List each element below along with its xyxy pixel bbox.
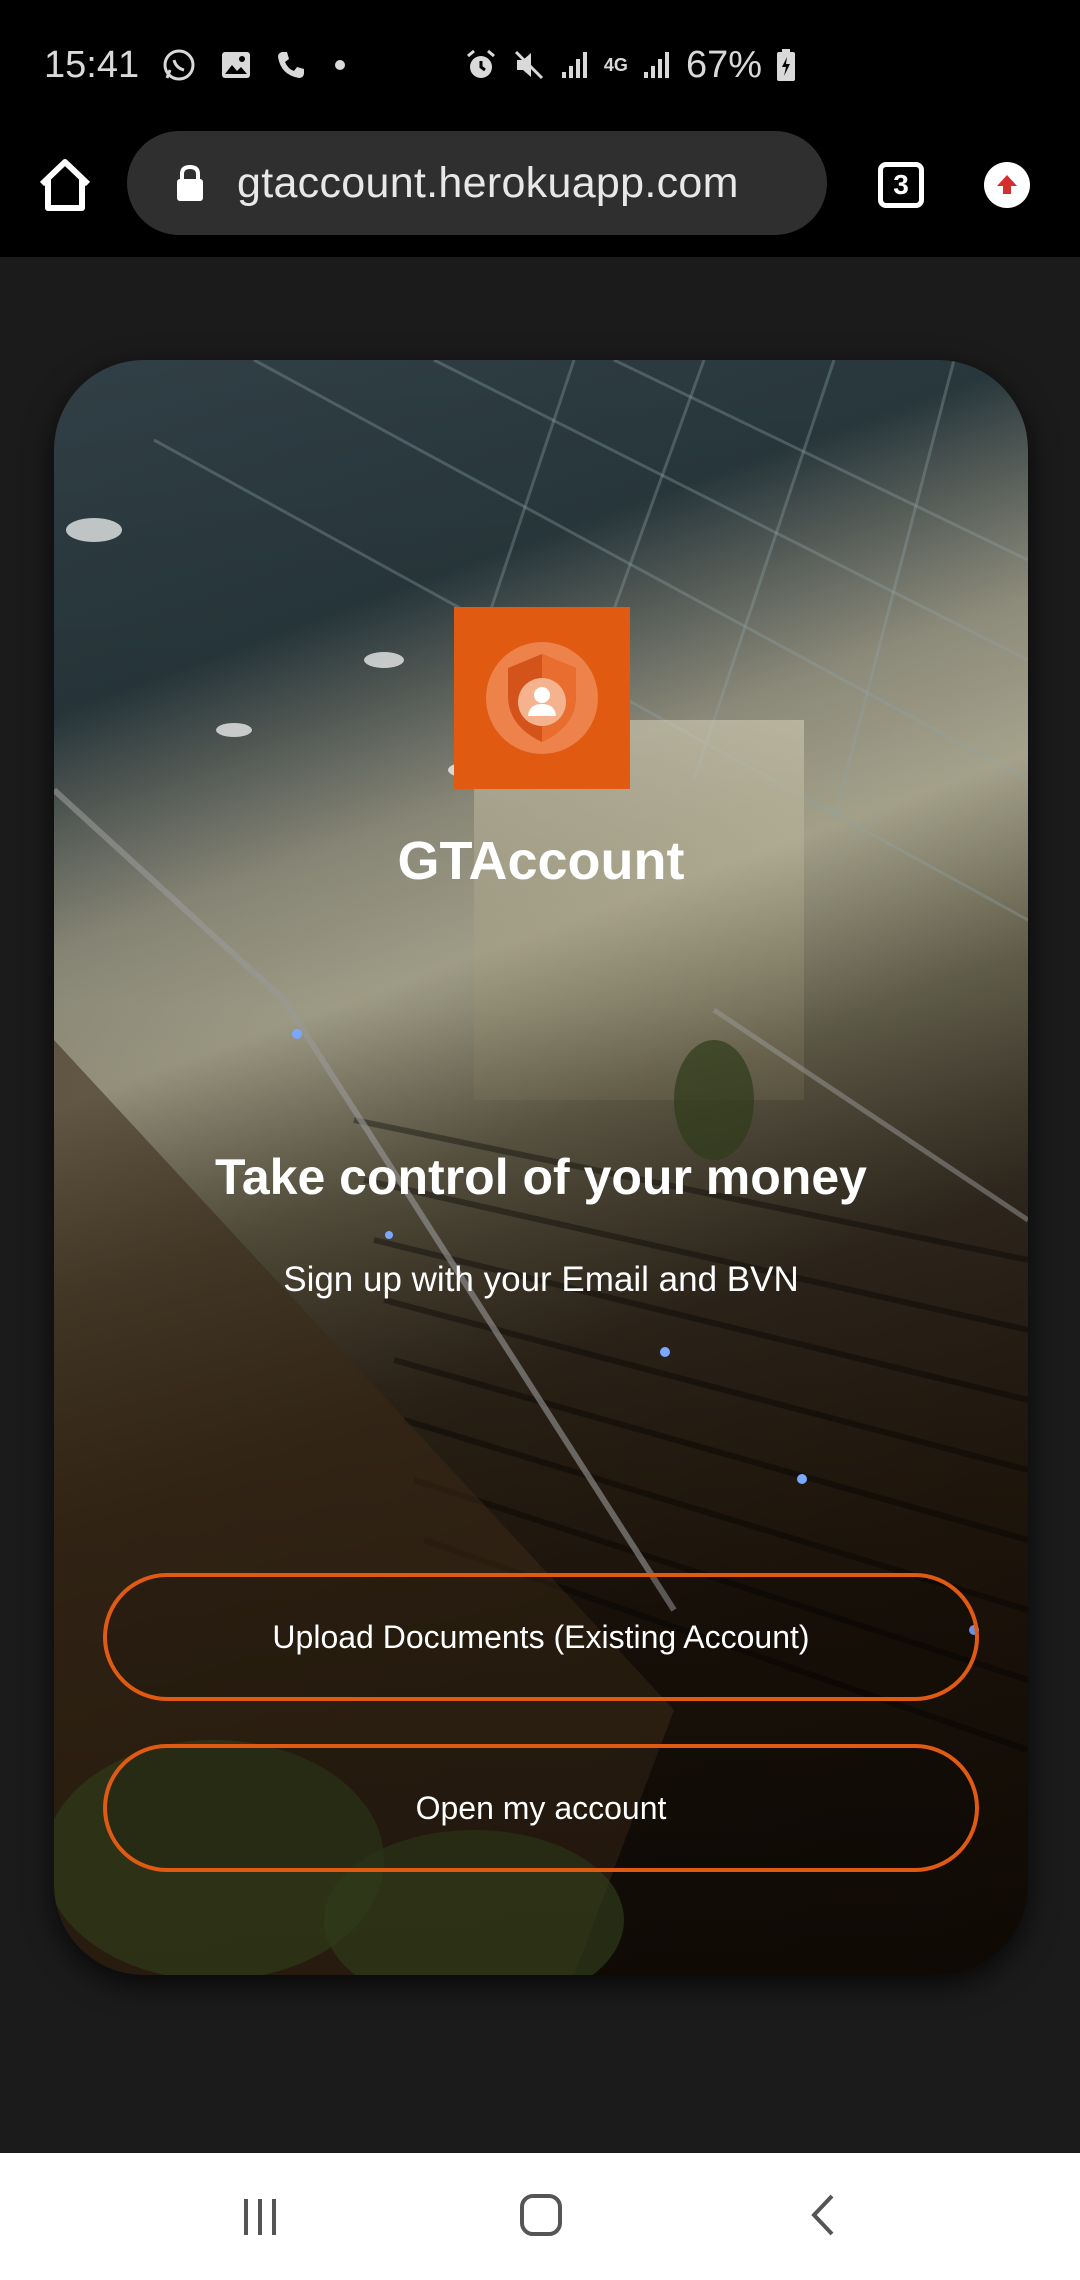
- url-bar[interactable]: gtaccount.herokuapp.com: [127, 131, 827, 235]
- alarm-icon: [464, 48, 498, 82]
- status-time: 15:41: [44, 43, 140, 86]
- headline: Take control of your money: [215, 1149, 867, 1205]
- whatsapp-icon: [161, 47, 197, 83]
- brand-name: GTAccount: [397, 831, 685, 891]
- lock-icon: [175, 164, 205, 202]
- phone-icon: [275, 49, 307, 81]
- recent-apps-icon[interactable]: [240, 2197, 280, 2237]
- browser-toolbar: gtaccount.herokuapp.com 3: [0, 130, 1080, 257]
- shield-user-icon: [486, 642, 598, 754]
- 4g-icon: 4G: [603, 55, 628, 75]
- hero-card: GTAccount Take control of your money Sig…: [54, 360, 1028, 1975]
- upload-documents-button[interactable]: Upload Documents (Existing Account): [103, 1573, 979, 1701]
- mute-icon: [512, 48, 546, 82]
- home-icon[interactable]: [36, 156, 94, 214]
- status-bar: 15:41 4G 67%: [0, 0, 1080, 130]
- signal-icon: [642, 50, 672, 80]
- status-right: 4G 67%: [464, 44, 796, 87]
- update-icon[interactable]: [984, 162, 1030, 208]
- page-content: GTAccount Take control of your money Sig…: [0, 257, 1080, 2153]
- signal-icon: [560, 50, 590, 80]
- notification-dot: [335, 60, 346, 70]
- open-account-button[interactable]: Open my account: [103, 1744, 979, 1872]
- tabs-icon[interactable]: 3: [878, 162, 924, 208]
- gallery-icon: [219, 48, 253, 82]
- url-text: gtaccount.herokuapp.com: [237, 158, 739, 207]
- tab-count: 3: [893, 169, 909, 200]
- system-nav-bar: [0, 2153, 1080, 2280]
- battery-percent: 67%: [685, 43, 762, 86]
- subheadline: Sign up with your Email and BVN: [283, 1260, 799, 1299]
- app-logo: [454, 607, 630, 789]
- home-nav-icon[interactable]: [519, 2193, 563, 2237]
- battery-charging-icon: [776, 48, 796, 82]
- status-left: 15:41: [44, 43, 346, 87]
- back-icon[interactable]: [808, 2193, 838, 2237]
